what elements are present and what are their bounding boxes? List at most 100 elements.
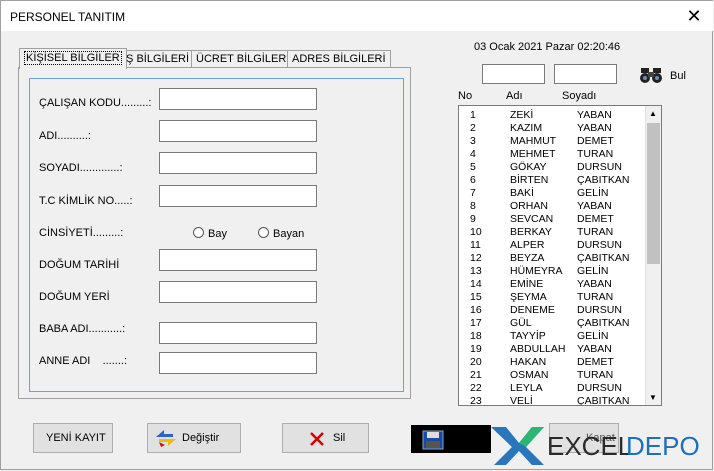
- cinsiyeti-label: CİNSİYETİ.........:: [39, 227, 124, 239]
- list-cell-adi: HÜMEYRA: [510, 265, 563, 277]
- anne-adi-label: ANNE ADI .......:: [39, 355, 128, 367]
- bay-radio[interactable]: [193, 227, 204, 238]
- tab-kisisel-bilgiler[interactable]: KİŞİSEL BİLGİLER: [19, 48, 127, 69]
- tab-ucret-bilgileri[interactable]: ÜCRET BİLGİLERİ: [191, 50, 295, 68]
- scroll-down-icon[interactable]: ▼: [649, 393, 657, 402]
- list-cell-no: 2: [470, 122, 476, 134]
- list-item[interactable]: 8 ORHAN YABAN: [459, 200, 645, 213]
- form-frame: ÇALIŞAN KODU.........: ADI..........: SO…: [29, 78, 404, 392]
- search-ad-input[interactable]: [482, 64, 545, 84]
- calisan-kodu-input[interactable]: [159, 88, 317, 110]
- list-item[interactable]: 23 VELİ ÇABITKAN: [459, 395, 645, 406]
- dogum-tarihi-input[interactable]: [159, 249, 317, 271]
- degistir-label: Değiştir: [182, 432, 220, 444]
- list-item[interactable]: 10 BERKAY TURAN: [459, 226, 645, 239]
- binoculars-icon: [640, 68, 662, 83]
- personel-list[interactable]: ▲ ▼ 1 ZEKİ YABAN 2 KAZIM YABAN 3 MAHMUT DEMET 4 ME…: [458, 105, 662, 406]
- list-item[interactable]: 4 MEHMET TURAN: [459, 148, 645, 161]
- list-item[interactable]: 20 HAKAN DEMET: [459, 356, 645, 369]
- sil-button[interactable]: Sil: [282, 423, 369, 453]
- list-cell-no: 15: [470, 291, 482, 303]
- list-cell-adi: VELİ: [510, 395, 533, 406]
- list-item[interactable]: 5 GÖKAY DURSUN: [459, 161, 645, 174]
- list-cell-soyadi: TURAN: [577, 369, 614, 381]
- personel-tanitim-window: PERSONEL TANITIM ✕ KİŞİSEL BİLGİLER İŞ B…: [0, 0, 713, 470]
- list-cell-no: 12: [470, 252, 482, 264]
- list-cell-no: 8: [470, 200, 476, 212]
- list-cell-adi: ORHAN: [510, 200, 548, 212]
- list-cell-no: 6: [470, 174, 476, 186]
- list-item[interactable]: 9 SEVCAN DEMET: [459, 213, 645, 226]
- list-item[interactable]: 7 BAKİ GELİN: [459, 187, 645, 200]
- list-item[interactable]: 11 ALPER DURSUN: [459, 239, 645, 252]
- bul-label: Bul: [670, 70, 686, 82]
- list-item[interactable]: 22 LEYLA DURSUN: [459, 382, 645, 395]
- search-soyad-input[interactable]: [554, 64, 617, 84]
- baba-adi-label: BABA ADI...........:: [39, 323, 126, 335]
- list-cell-soyadi: DURSUN: [577, 304, 622, 316]
- list-item[interactable]: 18 TAYYİP GELİN: [459, 330, 645, 343]
- list-cell-adi: MAHMUT: [510, 135, 557, 147]
- window-title: PERSONEL TANITIM: [10, 10, 126, 24]
- bayan-radio[interactable]: [258, 227, 269, 238]
- list-cell-adi: MEHMET: [510, 148, 556, 160]
- list-item[interactable]: 1 ZEKİ YABAN: [459, 109, 645, 122]
- list-cell-no: 7: [470, 187, 476, 199]
- list-cell-no: 11: [470, 239, 481, 251]
- list-cell-adi: OSMAN: [510, 369, 549, 381]
- list-item[interactable]: 16 DENEME DURSUN: [459, 304, 645, 317]
- list-cell-no: 10: [470, 226, 482, 238]
- adi-input[interactable]: [159, 120, 317, 142]
- tc-kimlik-label: T.C KİMLİK NO.....:: [39, 195, 133, 207]
- list-cell-soyadi: TURAN: [577, 226, 614, 238]
- list-cell-soyadi: YABAN: [577, 278, 612, 290]
- list-item[interactable]: 2 KAZIM YABAN: [459, 122, 645, 135]
- list-cell-no: 17: [470, 317, 482, 329]
- tc-kimlik-input[interactable]: [159, 185, 317, 207]
- tab-is-bilgileri[interactable]: İŞ BİLGİLERİ: [118, 50, 195, 68]
- list-item[interactable]: 19 ABDULLAH YABAN: [459, 343, 645, 356]
- anne-adi-input[interactable]: [159, 352, 317, 374]
- list-cell-soyadi: YABAN: [577, 343, 612, 355]
- dogum-yeri-input[interactable]: [159, 281, 317, 303]
- list-cell-no: 19: [470, 343, 482, 355]
- list-cell-adi: DENEME: [510, 304, 555, 316]
- bayan-label: Bayan: [273, 228, 305, 240]
- degistir-button[interactable]: Değiştir: [147, 423, 241, 453]
- dogum-yeri-label: DOĞUM YERİ: [39, 291, 110, 303]
- yeni-kayit-button[interactable]: YENİ KAYIT: [33, 423, 113, 453]
- list-cell-no: 18: [470, 330, 482, 342]
- list-item[interactable]: 6 BİRTEN ÇABITKAN: [459, 174, 645, 187]
- list-item[interactable]: 12 BEYZA ÇABITKAN: [459, 252, 645, 265]
- list-scrollbar[interactable]: ▲ ▼: [645, 106, 661, 405]
- list-cell-soyadi: TURAN: [577, 291, 614, 303]
- list-cell-adi: HAKAN: [510, 356, 547, 368]
- list-cell-soyadi: DEMET: [577, 213, 614, 225]
- header-adi: Adı: [506, 90, 523, 102]
- list-item[interactable]: 15 ŞEYMA TURAN: [459, 291, 645, 304]
- list-item[interactable]: 17 GÜL ÇABITKAN: [459, 317, 645, 330]
- tab-adres-bilgileri[interactable]: ADRES BİLGİLERİ: [287, 50, 391, 68]
- scroll-thumb[interactable]: [647, 123, 660, 264]
- list-cell-adi: EMİNE: [510, 278, 544, 290]
- list-cell-no: 16: [470, 304, 482, 316]
- close-icon[interactable]: ✕: [683, 5, 705, 27]
- list-cell-adi: BERKAY: [510, 226, 552, 238]
- list-cell-no: 13: [470, 265, 482, 277]
- list-cell-adi: TAYYİP: [510, 330, 546, 342]
- list-item[interactable]: 21 OSMAN TURAN: [459, 369, 645, 382]
- list-cell-adi: ZEKİ: [510, 109, 534, 121]
- list-cell-no: 21: [470, 369, 482, 381]
- soyadi-input[interactable]: [159, 152, 317, 174]
- list-cell-adi: LEYLA: [510, 382, 543, 394]
- list-cell-no: 1: [470, 109, 476, 121]
- refresh-arrows-icon: [156, 430, 176, 447]
- svg-text:DEPO: DEPO: [626, 431, 700, 461]
- adi-label: ADI..........:: [39, 130, 91, 142]
- list-cell-soyadi: GELİN: [577, 187, 609, 199]
- baba-adi-input[interactable]: [159, 322, 317, 344]
- list-item[interactable]: 13 HÜMEYRA GELİN: [459, 265, 645, 278]
- scroll-up-icon[interactable]: ▲: [649, 109, 657, 118]
- list-item[interactable]: 3 MAHMUT DEMET: [459, 135, 645, 148]
- list-item[interactable]: 14 EMİNE YABAN: [459, 278, 645, 291]
